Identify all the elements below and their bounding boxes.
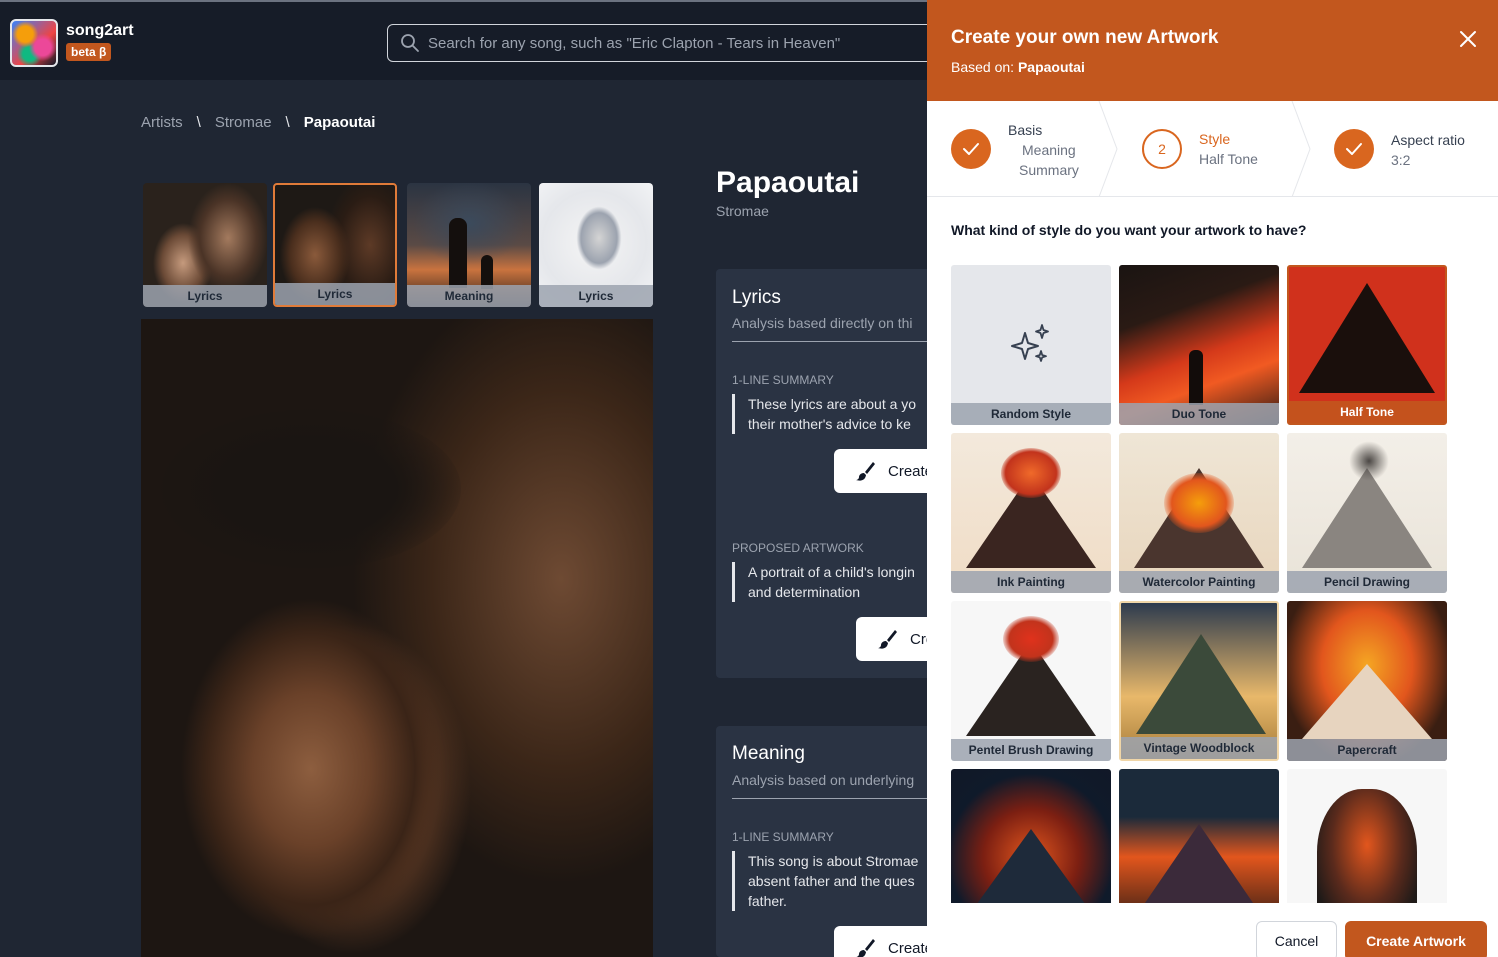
step-aspect-ratio[interactable]: Aspect ratio 3:2 xyxy=(1391,130,1465,170)
mountain-shape xyxy=(1136,634,1266,734)
thumbnail-label: Lyrics xyxy=(275,283,395,305)
panel-title: Create your own new Artwork xyxy=(951,27,1219,48)
search-input[interactable] xyxy=(428,25,928,61)
breadcrumb-separator: \ xyxy=(285,114,290,131)
search-icon xyxy=(401,34,419,52)
style-papercraft[interactable]: Papercraft xyxy=(1287,601,1447,761)
card-subtitle: Analysis based on underlying xyxy=(732,772,915,788)
panel-based-on: Based on: Papaoutai xyxy=(951,59,1085,75)
silhouette-figure xyxy=(1189,350,1203,405)
step-value: Meaning xyxy=(1022,142,1076,158)
style-question: What kind of style do you want your artw… xyxy=(951,222,1307,238)
main-artwork-image xyxy=(141,319,653,957)
step-value: Half Tone xyxy=(1199,151,1258,167)
style-label: Random Style xyxy=(951,403,1111,425)
style-label: Vintage Woodblock xyxy=(1121,737,1277,759)
silhouette-child xyxy=(481,255,493,289)
card-title: Lyrics xyxy=(732,287,781,308)
search-box[interactable] xyxy=(387,24,947,62)
card-title: Meaning xyxy=(732,743,805,764)
create-artwork-panel: Create your own new Artwork Based on: Pa… xyxy=(927,0,1498,957)
stepper: Basis Meaning Summary 2 Style Half Tone … xyxy=(927,101,1498,197)
eruption xyxy=(1003,616,1059,662)
child-hair xyxy=(161,409,461,569)
panel-header: Create your own new Artwork Based on: Pa… xyxy=(927,0,1498,101)
style-label: Half Tone xyxy=(1289,401,1445,423)
style-grid: Random Style Duo Tone Half Tone Ink Pain… xyxy=(951,265,1471,903)
summary-label: 1-LINE SUMMARY xyxy=(732,830,834,844)
eruption xyxy=(1001,448,1061,498)
check-icon xyxy=(1346,143,1362,155)
create-artwork-button[interactable]: Create Artwork xyxy=(1345,921,1487,957)
step-name: Style xyxy=(1199,131,1231,147)
paintbrush-icon xyxy=(878,630,897,649)
style-label: Papercraft xyxy=(1287,739,1447,761)
card-subtitle: Analysis based directly on thi xyxy=(732,315,913,331)
proposed-label: PROPOSED ARTWORK xyxy=(732,541,864,555)
song-title: Papaoutai xyxy=(716,166,860,199)
style-label: Ink Painting xyxy=(951,571,1111,593)
thumbnail-meaning[interactable]: Meaning xyxy=(407,183,531,307)
mountain-shape xyxy=(1302,468,1432,568)
breadcrumb-separator: \ xyxy=(196,114,201,131)
style-pentel-brush-drawing[interactable]: Pentel Brush Drawing xyxy=(951,601,1111,761)
mountain-shape xyxy=(1302,664,1432,739)
mountain-shape xyxy=(1134,824,1264,903)
figure-shape xyxy=(1317,789,1417,903)
step-basis[interactable]: Basis Meaning Summary xyxy=(1008,120,1079,180)
eruption xyxy=(1164,473,1234,533)
thumbnail-label: Lyrics xyxy=(143,285,267,307)
style-label: Pentel Brush Drawing xyxy=(951,739,1111,761)
step-value: Summary xyxy=(1019,162,1079,178)
style-vintage-woodblock[interactable]: Vintage Woodblock xyxy=(1119,601,1279,761)
thumbnail-lyrics-1[interactable]: Lyrics xyxy=(143,183,267,307)
summary-label: 1-LINE SUMMARY xyxy=(732,373,834,387)
close-icon[interactable] xyxy=(1457,28,1479,50)
paintbrush-icon xyxy=(856,462,875,481)
step-value: 3:2 xyxy=(1391,152,1411,168)
thumbnail-lyrics-3[interactable]: Lyrics xyxy=(539,183,653,307)
step-aspect-check[interactable] xyxy=(1334,129,1374,169)
style-half-tone[interactable]: Half Tone xyxy=(1287,265,1447,425)
app-logo[interactable] xyxy=(10,19,58,67)
step-name: Basis xyxy=(1008,122,1043,138)
style-silhouette-art[interactable] xyxy=(1287,769,1447,903)
breadcrumb: Artists \ Stromae \ Papaoutai xyxy=(141,114,375,131)
based-on-prefix: Based on: xyxy=(951,59,1015,75)
song-artist[interactable]: Stromae xyxy=(716,203,769,219)
mountain-shape xyxy=(966,829,1096,903)
style-flat-illustration[interactable] xyxy=(1119,769,1279,903)
step-style[interactable]: Style Half Tone xyxy=(1199,129,1258,169)
step-name: Aspect ratio xyxy=(1391,132,1465,148)
app-name[interactable]: song2art xyxy=(66,22,134,40)
cancel-button[interactable]: Cancel xyxy=(1256,921,1337,957)
sparkles-icon xyxy=(1011,324,1049,362)
check-icon xyxy=(963,143,979,155)
step-style-number[interactable]: 2 xyxy=(1142,129,1182,169)
beta-badge: beta β xyxy=(66,43,112,61)
style-random[interactable]: Random Style xyxy=(951,265,1111,425)
style-duo-tone[interactable]: Duo Tone xyxy=(1119,265,1279,425)
thumbnail-lyrics-2[interactable]: Lyrics xyxy=(273,183,397,307)
style-watercolor-painting[interactable]: Watercolor Painting xyxy=(1119,433,1279,593)
style-label: Pencil Drawing xyxy=(1287,571,1447,593)
style-pencil-drawing[interactable]: Pencil Drawing xyxy=(1287,433,1447,593)
silhouette-father xyxy=(449,218,467,288)
smoke xyxy=(1349,441,1389,481)
thumbnail-label: Lyrics xyxy=(539,285,653,307)
paintbrush-icon xyxy=(856,939,875,957)
style-label: Watercolor Painting xyxy=(1119,571,1279,593)
style-stained-glass[interactable] xyxy=(951,769,1111,903)
breadcrumb-current: Papaoutai xyxy=(303,114,376,131)
breadcrumb-stromae[interactable]: Stromae xyxy=(215,114,272,131)
style-ink-painting[interactable]: Ink Painting xyxy=(951,433,1111,593)
style-label: Duo Tone xyxy=(1119,403,1279,425)
step-basis-check[interactable] xyxy=(951,129,991,169)
thumbnail-label: Meaning xyxy=(407,285,531,307)
breadcrumb-artists[interactable]: Artists xyxy=(141,114,183,131)
based-on-value: Papaoutai xyxy=(1017,59,1085,75)
mountain-shape xyxy=(1299,283,1435,393)
